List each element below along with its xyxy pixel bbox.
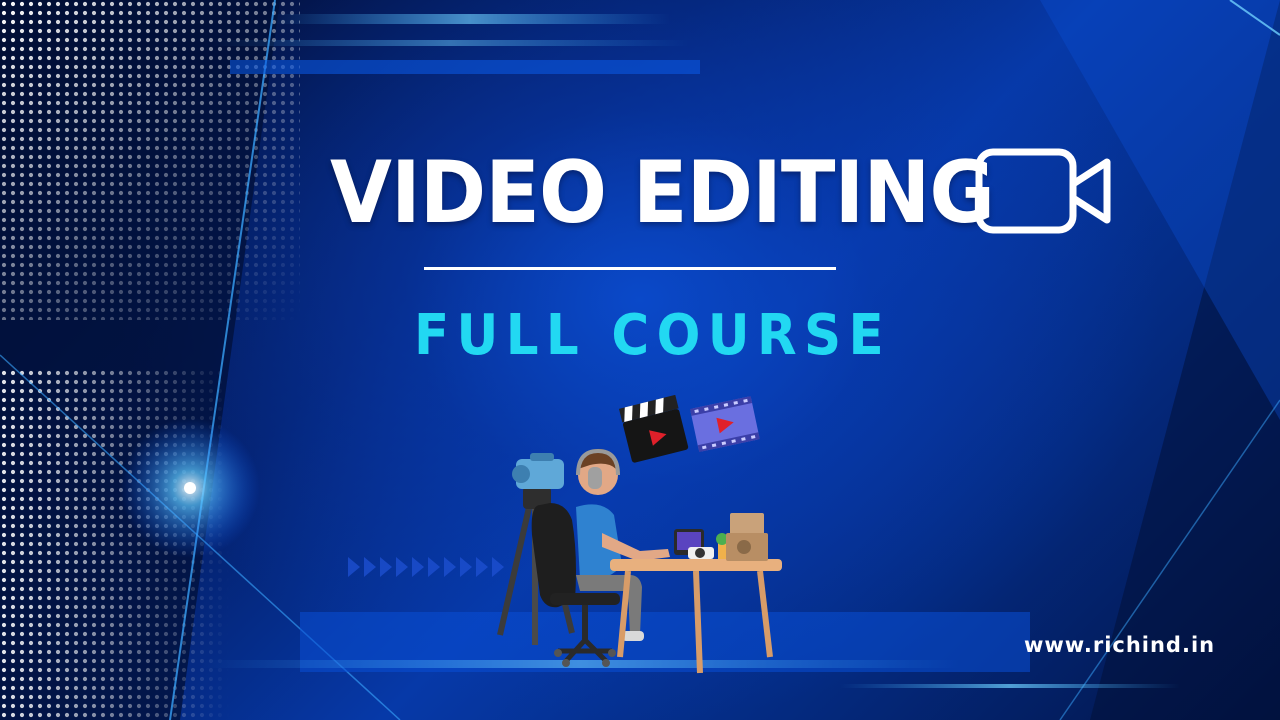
thumbnail-banner: VIDEO EDITING FULL COURSE www.richind.in	[0, 0, 1280, 720]
editor-illustration	[348, 395, 782, 674]
play-arrows-icon	[348, 557, 504, 577]
website-url[interactable]: www.richind.in	[1024, 628, 1244, 662]
title-divider	[424, 267, 836, 270]
subtitle: FULL COURSE	[414, 303, 892, 368]
film-play-icon	[690, 396, 760, 453]
page-title: VIDEO EDITING	[330, 143, 995, 243]
video-camera-icon	[975, 148, 1111, 234]
clapperboard-icon	[618, 395, 689, 463]
